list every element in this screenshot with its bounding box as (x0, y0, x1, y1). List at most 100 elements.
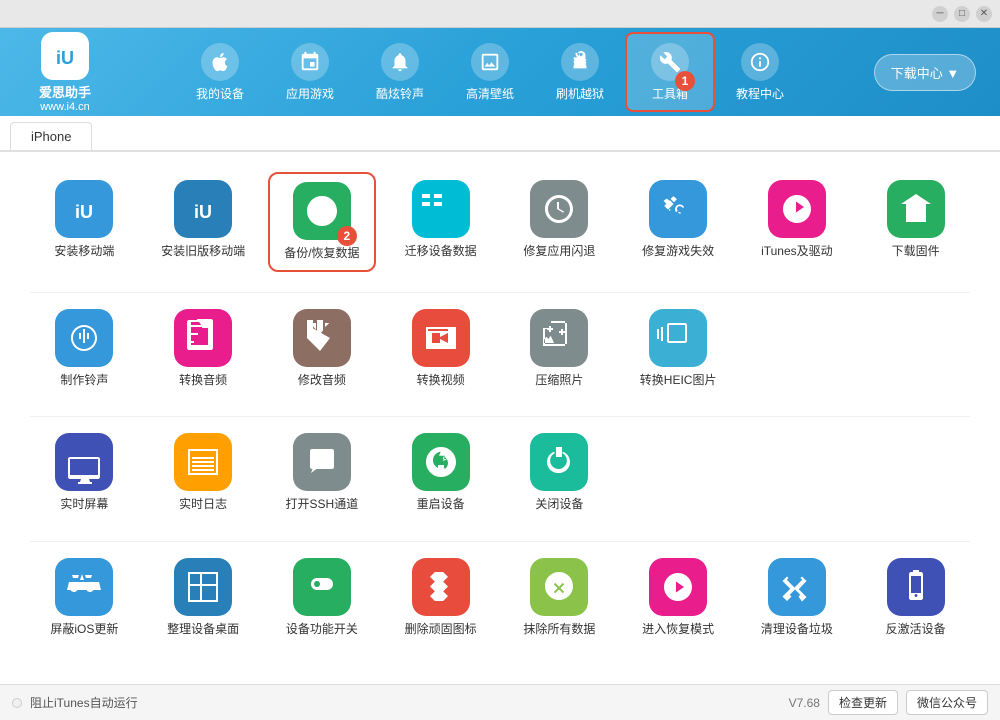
tool-item-fix-game[interactable]: 修复游戏失效 (624, 172, 733, 272)
tool-item-block-ios-update[interactable]: 屏蔽iOS更新 (30, 550, 139, 646)
tool-badge-backup-restore: 2 (337, 226, 357, 246)
fix-app-crash-icon (530, 180, 588, 238)
minimize-button[interactable]: ─ (932, 6, 948, 22)
tool-label-download-firmware: 下载固件 (892, 244, 940, 260)
tools-row-1: 制作铃声转换音频 修改音频 转换视频压缩照片转换HEIC图片 (30, 301, 970, 397)
nav-item-tutorial[interactable]: 教程中心 (715, 32, 805, 112)
tool-label-erase-all: 抹除所有数据 (523, 622, 595, 638)
block-ios-update-icon (55, 558, 113, 616)
tool-label-block-ios-update: 屏蔽iOS更新 (50, 622, 118, 638)
edit-audio-icon (293, 309, 351, 367)
tool-label-shutdown-device: 关闭设备 (535, 497, 583, 513)
tools-row-0: iU安装移动端iU安装旧版移动端 2备份/恢复数据迁移设备数据修复应用闪退修复游… (30, 172, 970, 272)
tool-item-install-mobile[interactable]: iU安装移动端 (30, 172, 139, 272)
tool-item-enter-recovery[interactable]: 进入恢复模式 (624, 550, 733, 646)
tool-item-backup-restore[interactable]: 2备份/恢复数据 (268, 172, 377, 272)
tool-label-device-function-toggle: 设备功能开关 (286, 622, 358, 638)
tool-label-fix-game: 修复游戏失效 (642, 244, 714, 260)
nav-label-tutorial: 教程中心 (736, 85, 784, 102)
tool-item-clean-junk[interactable]: 清理设备垃圾 (743, 550, 852, 646)
tool-label-convert-audio: 转换音频 (179, 373, 227, 389)
tool-label-realtime-screen: 实时屏幕 (60, 497, 108, 513)
tool-item-make-ringtone[interactable]: 制作铃声 (30, 301, 139, 397)
device-tab-bar: iPhone (0, 116, 1000, 152)
tool-label-organize-desktop: 整理设备桌面 (167, 622, 239, 638)
nav-item-jailbreak[interactable]: 刷机越狱 (535, 32, 625, 112)
svg-text:iU: iU (75, 202, 93, 222)
tool-item-device-function-toggle[interactable]: 设备功能开关 (268, 550, 377, 646)
nav-item-toolbox[interactable]: 1工具箱 (625, 32, 715, 112)
jailbreak-nav-icon (561, 43, 599, 81)
tool-item-download-firmware[interactable]: 下载固件 (861, 172, 970, 272)
nav-badge-toolbox: 1 (675, 71, 695, 91)
row-divider-1 (30, 416, 970, 417)
nav-item-ringtone[interactable]: 酷炫铃声 (355, 32, 445, 112)
nav-label-ringtone: 酷炫铃声 (376, 85, 424, 102)
tool-item-convert-video[interactable]: 转换视频 (386, 301, 495, 397)
tool-label-anti-activation: 反激活设备 (886, 622, 946, 638)
compress-photo-icon (530, 309, 588, 367)
tool-item-itunes-driver[interactable]: iTunes及驱动 (743, 172, 852, 272)
ringtone-nav-icon (381, 43, 419, 81)
tool-item-convert-heic[interactable]: 转换HEIC图片 (624, 301, 733, 397)
download-center-button[interactable]: 下载中心 ▼ (874, 54, 976, 91)
tool-item-install-old[interactable]: iU安装旧版移动端 (149, 172, 258, 272)
header: iU 爱思助手 www.i4.cn 我的设备 应用游戏酷炫铃声 高清壁纸 刷机越狱 1工… (0, 28, 1000, 116)
maximize-button[interactable]: □ (954, 6, 970, 22)
nav-item-app-games[interactable]: 应用游戏 (265, 32, 355, 112)
tool-item-open-ssh[interactable]: 打开SSH通道 (268, 425, 377, 521)
tool-label-migrate-data: 迁移设备数据 (405, 244, 477, 260)
install-old-icon: iU (174, 180, 232, 238)
realtime-log-icon (174, 433, 232, 491)
tutorial-nav-icon (741, 43, 779, 81)
tool-item-migrate-data[interactable]: 迁移设备数据 (386, 172, 495, 272)
tool-label-edit-audio: 修改音频 (298, 373, 346, 389)
tool-label-fix-app-crash: 修复应用闪退 (523, 244, 595, 260)
logo-icon: iU (41, 32, 89, 80)
nav-label-wallpaper: 高清壁纸 (466, 85, 514, 102)
tool-label-clean-junk: 清理设备垃圾 (761, 622, 833, 638)
tool-item-organize-desktop[interactable]: 整理设备桌面 (149, 550, 258, 646)
tool-label-backup-restore: 备份/恢复数据 (284, 246, 359, 262)
header-right: 下载中心 ▼ (860, 54, 990, 91)
tool-item-shutdown-device[interactable]: 关闭设备 (505, 425, 614, 521)
tool-item-compress-photo[interactable]: 压缩照片 (505, 301, 614, 397)
enter-recovery-icon (649, 558, 707, 616)
tool-label-itunes-driver: iTunes及驱动 (761, 244, 833, 260)
tool-item-realtime-log[interactable]: 实时日志 (149, 425, 258, 521)
tool-item-reboot-device[interactable]: 重启设备 (386, 425, 495, 521)
tool-item-edit-audio[interactable]: 修改音频 (268, 301, 377, 397)
status-left: 阻止iTunes自动运行 (12, 694, 138, 711)
app-games-nav-icon (291, 43, 329, 81)
install-mobile-icon: iU (55, 180, 113, 238)
nav-item-my-device[interactable]: 我的设备 (175, 32, 265, 112)
tool-label-open-ssh: 打开SSH通道 (286, 497, 359, 513)
erase-all-icon (530, 558, 588, 616)
nav-label-jailbreak: 刷机越狱 (556, 85, 604, 102)
tools-container: iU安装移动端iU安装旧版移动端 2备份/恢复数据迁移设备数据修复应用闪退修复游… (30, 172, 970, 645)
status-bar: 阻止iTunes自动运行 V7.68 检查更新 微信公众号 (0, 684, 1000, 720)
itunes-driver-icon (768, 180, 826, 238)
tool-label-convert-heic: 转换HEIC图片 (640, 373, 717, 389)
wechat-public-button[interactable]: 微信公众号 (906, 690, 988, 715)
tool-item-delete-stubborn-icon[interactable]: 删除顽固图标 (386, 550, 495, 646)
nav-items: 我的设备 应用游戏酷炫铃声 高清壁纸 刷机越狱 1工具箱教程中心 (120, 32, 860, 112)
close-button[interactable]: ✕ (976, 6, 992, 22)
tool-item-convert-audio[interactable]: 转换音频 (149, 301, 258, 397)
logo-text: 爱思助手 www.i4.cn (39, 82, 91, 113)
device-tab-iphone[interactable]: iPhone (10, 122, 92, 150)
nav-item-wallpaper[interactable]: 高清壁纸 (445, 32, 535, 112)
reboot-device-icon (412, 433, 470, 491)
tool-item-erase-all[interactable]: 抹除所有数据 (505, 550, 614, 646)
tool-item-fix-app-crash[interactable]: 修复应用闪退 (505, 172, 614, 272)
tool-label-reboot-device: 重启设备 (417, 497, 465, 513)
nav-label-my-device: 我的设备 (196, 85, 244, 102)
tool-label-delete-stubborn-icon: 删除顽固图标 (405, 622, 477, 638)
check-update-button[interactable]: 检查更新 (828, 690, 898, 715)
make-ringtone-icon (55, 309, 113, 367)
status-dot (12, 698, 22, 708)
tool-item-realtime-screen[interactable]: 实时屏幕 (30, 425, 139, 521)
my-device-nav-icon (201, 43, 239, 81)
shutdown-device-icon (530, 433, 588, 491)
tool-item-anti-activation[interactable]: 反激活设备 (861, 550, 970, 646)
